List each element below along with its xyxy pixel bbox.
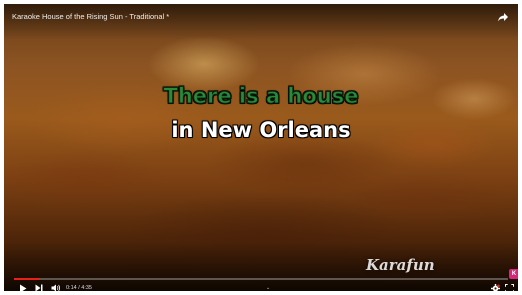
lyric-line-upcoming: in New Orleans [171,118,351,142]
fullscreen-icon [505,283,514,291]
karafun-badge[interactable]: K [509,269,518,279]
lyric-line-sung: There is a house [163,84,359,109]
settings-icon [491,283,500,291]
play-button[interactable] [18,283,28,291]
video-title[interactable]: Karaoke House of the Rising Sun - Tradit… [12,12,169,21]
play-icon [20,284,27,291]
volume-button[interactable] [50,283,62,291]
volume-icon [51,284,60,291]
chevron-down-icon[interactable]: ⌄ [266,285,270,291]
bottom-gradient [4,241,518,291]
fullscreen-button[interactable] [504,283,515,291]
next-button[interactable] [34,283,44,291]
next-icon [35,284,43,291]
video-player[interactable]: Karaoke House of the Rising Sun - Tradit… [4,4,518,291]
top-gradient [4,4,518,40]
share-arrow-icon[interactable] [497,11,509,23]
settings-button[interactable] [490,283,501,291]
progress-fill [14,278,40,280]
progress-bar[interactable] [14,278,508,280]
time-display: 0:14 / 4:35 [66,285,92,291]
karafun-logo: Karafun [366,256,435,274]
